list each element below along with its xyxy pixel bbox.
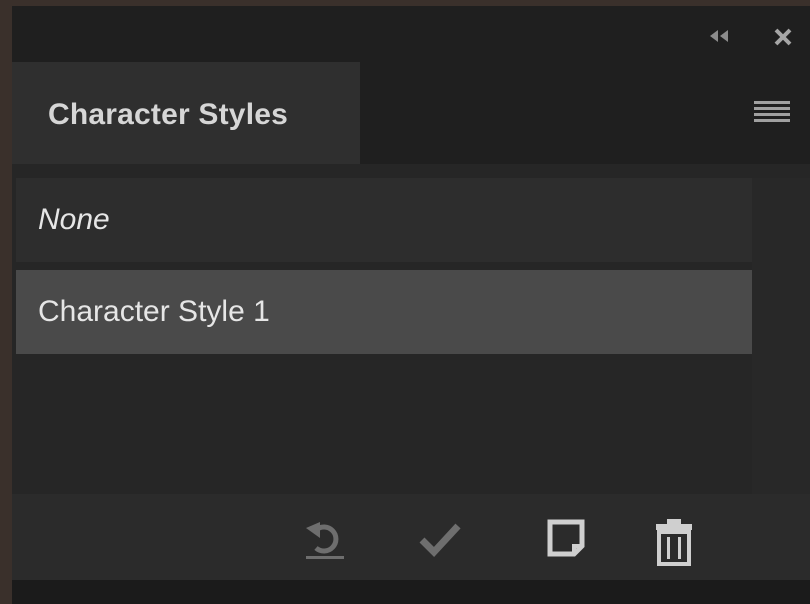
- list-item-character-style-1[interactable]: Character Style 1: [16, 270, 752, 354]
- delete-style-button[interactable]: [652, 518, 696, 566]
- clear-overrides-button[interactable]: [302, 518, 346, 562]
- trash-icon: [656, 519, 692, 566]
- panel-footer-toolbar: [12, 494, 810, 580]
- styles-list: None Character Style 1: [12, 178, 810, 494]
- new-page-icon: [547, 519, 585, 557]
- tab-character-styles[interactable]: Character Styles: [12, 62, 360, 164]
- list-item-none[interactable]: None: [16, 178, 752, 262]
- double-chevron-left-icon: [710, 30, 728, 42]
- new-style-button[interactable]: [546, 518, 590, 562]
- close-icon: [774, 28, 792, 46]
- redefine-style-button[interactable]: [418, 518, 462, 562]
- collapse-panel-button[interactable]: [708, 26, 732, 46]
- panel-tab-strip: Character Styles: [12, 56, 810, 164]
- tab-label: Character Styles: [48, 98, 288, 131]
- panel-bottom-edge: [12, 580, 810, 604]
- hamburger-menu-icon: [754, 101, 790, 122]
- undo-arrow-icon: [306, 522, 344, 559]
- panel-title-bar: [12, 6, 810, 56]
- checkmark-icon: [419, 523, 461, 558]
- character-styles-panel: Character Styles None Character Style 1: [12, 6, 810, 604]
- close-panel-button[interactable]: [772, 26, 794, 48]
- panel-menu-button[interactable]: [754, 100, 790, 124]
- list-scrollbar-track[interactable]: [752, 178, 810, 494]
